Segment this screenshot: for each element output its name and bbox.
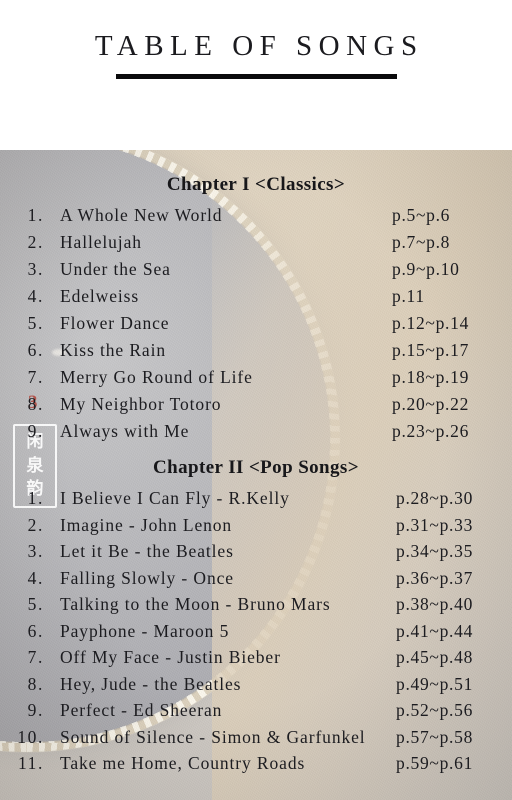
toc-entry[interactable]: 4. Falling Slowly - Once p.36~p.37 [0, 568, 512, 595]
toc-entry-pages: p.20~p.22 [392, 394, 470, 414]
toc-entry-title: My Neighbor Totoro [60, 394, 222, 414]
toc-entry-title: Take me Home, Country Roads [60, 753, 306, 773]
toc-entry-pages: p.9~p.10 [392, 259, 460, 279]
toc-entry-title: Kiss the Rain [60, 340, 167, 360]
toc-entry-number: 5. [27, 313, 44, 333]
toc-entry-title: Under the Sea [60, 259, 171, 279]
toc-entry-title: Perfect - Ed Sheeran [60, 700, 223, 720]
toc-entry-number: 9. [27, 700, 44, 720]
toc-entry-title: Hallelujah [60, 232, 142, 252]
toc-entry-pages: p.5~p.6 [392, 205, 451, 225]
toc-entry-title: Hey, Jude - the Beatles [60, 673, 242, 694]
toc-entry[interactable]: 8. My Neighbor Totoro p.20~p.22 [0, 394, 512, 421]
toc-entry-pages: p.15~p.17 [392, 340, 470, 360]
page-title: TABLE OF SONGS [94, 30, 424, 62]
toc-entry-title: Merry Go Round of Life [60, 367, 253, 387]
toc-entry-number: 2. [27, 232, 44, 252]
toc-entry-number: 6. [27, 620, 44, 641]
toc-entry[interactable]: 7. Merry Go Round of Life p.18~p.19 [0, 367, 512, 394]
toc-entry[interactable]: 9. Perfect - Ed Sheeran p.52~p.56 [0, 700, 512, 727]
toc-entry[interactable]: 10. Sound of Silence - Simon & Garfunkel p… [0, 727, 512, 754]
toc-entry[interactable]: 6. Kiss the Rain p.15~p.17 [0, 340, 512, 367]
toc-entry-pages: p.59~p.61 [396, 753, 474, 773]
toc-entry[interactable]: 5. Flower Dance p.12~p.14 [0, 313, 512, 340]
toc-entry[interactable]: 5. Talking to the Moon - Bruno Mars p.38~p… [0, 594, 512, 621]
toc-entry[interactable]: 1. A Whole New World p.5~p.6 [0, 205, 512, 232]
toc-entry-number: 8. [27, 673, 44, 694]
title-band: TABLE OF SONGS [0, 0, 512, 150]
toc-content: Chapter I <Classics> 1. A Whole New World… [0, 150, 512, 800]
toc-entry-number: 5. [27, 594, 44, 614]
toc-entry-number: 2. [27, 514, 44, 535]
toc-entry-title: Edelweiss [60, 286, 140, 306]
toc-entry-pages: p.52~p.56 [396, 700, 474, 720]
toc-entry-number: 7. [27, 367, 44, 387]
toc-entry-pages: p.28~p.30 [396, 488, 474, 508]
toc-entry-number: 7. [27, 647, 44, 667]
toc-entry-title: Always with Me [60, 421, 190, 441]
toc-entry-title: A Whole New World [60, 205, 223, 225]
toc-entry[interactable]: 8. Hey, Jude - the Beatles p.49~p.51 [0, 674, 512, 701]
chapter-heading-two: Chapter II <Pop Songs> [153, 457, 359, 478]
toc-entry[interactable]: 7. Off My Face - Justin Bieber p.45~p.48 [0, 647, 512, 674]
toc-entry-number: 10. [17, 726, 44, 747]
table-of-songs-page: 闲 泉 韵 3 TABLE OF SONGS Chapter I <Classi… [0, 0, 512, 800]
toc-entry-title: Sound of Silence - Simon & Garfunkel [60, 726, 366, 747]
toc-entry-pages: p.34~p.35 [396, 541, 474, 561]
toc-entry-number: 3. [27, 259, 44, 279]
toc-list-chapter-two: 1. I Believe I Can Fly - R.Kelly p.28~p.30… [0, 488, 512, 780]
chapter-heading-one: Chapter I <Classics> [166, 174, 346, 195]
toc-entry-number: 4. [27, 567, 44, 588]
toc-entry-number: 1. [27, 205, 44, 225]
toc-entry-pages: p.57~p.58 [396, 726, 474, 747]
toc-entry[interactable]: 9. Always with Me p.23~p.26 [0, 421, 512, 448]
toc-entry-number: 8. [27, 394, 44, 414]
toc-entry[interactable]: 6. Payphone - Maroon 5 p.41~p.44 [0, 621, 512, 648]
toc-entry[interactable]: 3. Under the Sea p.9~p.10 [0, 259, 512, 286]
toc-entry[interactable]: 2. Hallelujah p.7~p.8 [0, 232, 512, 259]
toc-entry-title: Off My Face - Justin Bieber [60, 647, 281, 667]
toc-entry[interactable]: 3. Let it Be - the Beatles p.34~p.35 [0, 541, 512, 568]
toc-entry[interactable]: 4. Edelweiss p.11 [0, 286, 512, 313]
toc-entry-pages: p.38~p.40 [396, 594, 474, 614]
toc-entry-pages: p.31~p.33 [396, 514, 474, 535]
toc-entry-pages: p.41~p.44 [396, 620, 474, 641]
toc-entry-number: 4. [27, 286, 44, 306]
toc-entry[interactable]: 1. I Believe I Can Fly - R.Kelly p.28~p.30 [0, 488, 512, 515]
toc-entry-title: Imagine - John Lenon [60, 514, 233, 535]
toc-entry-pages: p.18~p.19 [392, 367, 470, 387]
toc-entry-number: 11. [17, 753, 44, 773]
toc-entry-number: 6. [27, 340, 44, 360]
toc-entry-pages: p.36~p.37 [396, 567, 474, 588]
title-underline-rule [116, 74, 397, 79]
toc-entry-title: Falling Slowly - Once [60, 567, 234, 588]
toc-entry-pages: p.49~p.51 [396, 673, 474, 694]
toc-entry-number: 9. [27, 421, 44, 441]
toc-list-chapter-one: 1. A Whole New World p.5~p.6 2. Hallelujah p.… [0, 205, 512, 448]
toc-entry-pages: p.45~p.48 [396, 647, 474, 667]
toc-entry-pages: p.23~p.26 [392, 421, 470, 441]
toc-entry-title: Payphone - Maroon 5 [60, 620, 230, 641]
toc-entry-title: Let it Be - the Beatles [60, 541, 234, 561]
toc-entry-pages: p.7~p.8 [392, 232, 451, 252]
toc-entry-number: 1. [27, 488, 44, 508]
toc-entry-title: Talking to the Moon - Bruno Mars [60, 594, 331, 614]
toc-entry-title: Flower Dance [60, 313, 170, 333]
toc-entry[interactable]: 2. Imagine - John Lenon p.31~p.33 [0, 515, 512, 542]
toc-entry-title: I Believe I Can Fly - R.Kelly [60, 488, 290, 508]
toc-entry-pages: p.12~p.14 [392, 313, 470, 333]
toc-entry-pages: p.11 [392, 286, 425, 306]
toc-entry[interactable]: 11. Take me Home, Country Roads p.59~p.61 [0, 753, 512, 780]
toc-entry-number: 3. [27, 541, 44, 561]
